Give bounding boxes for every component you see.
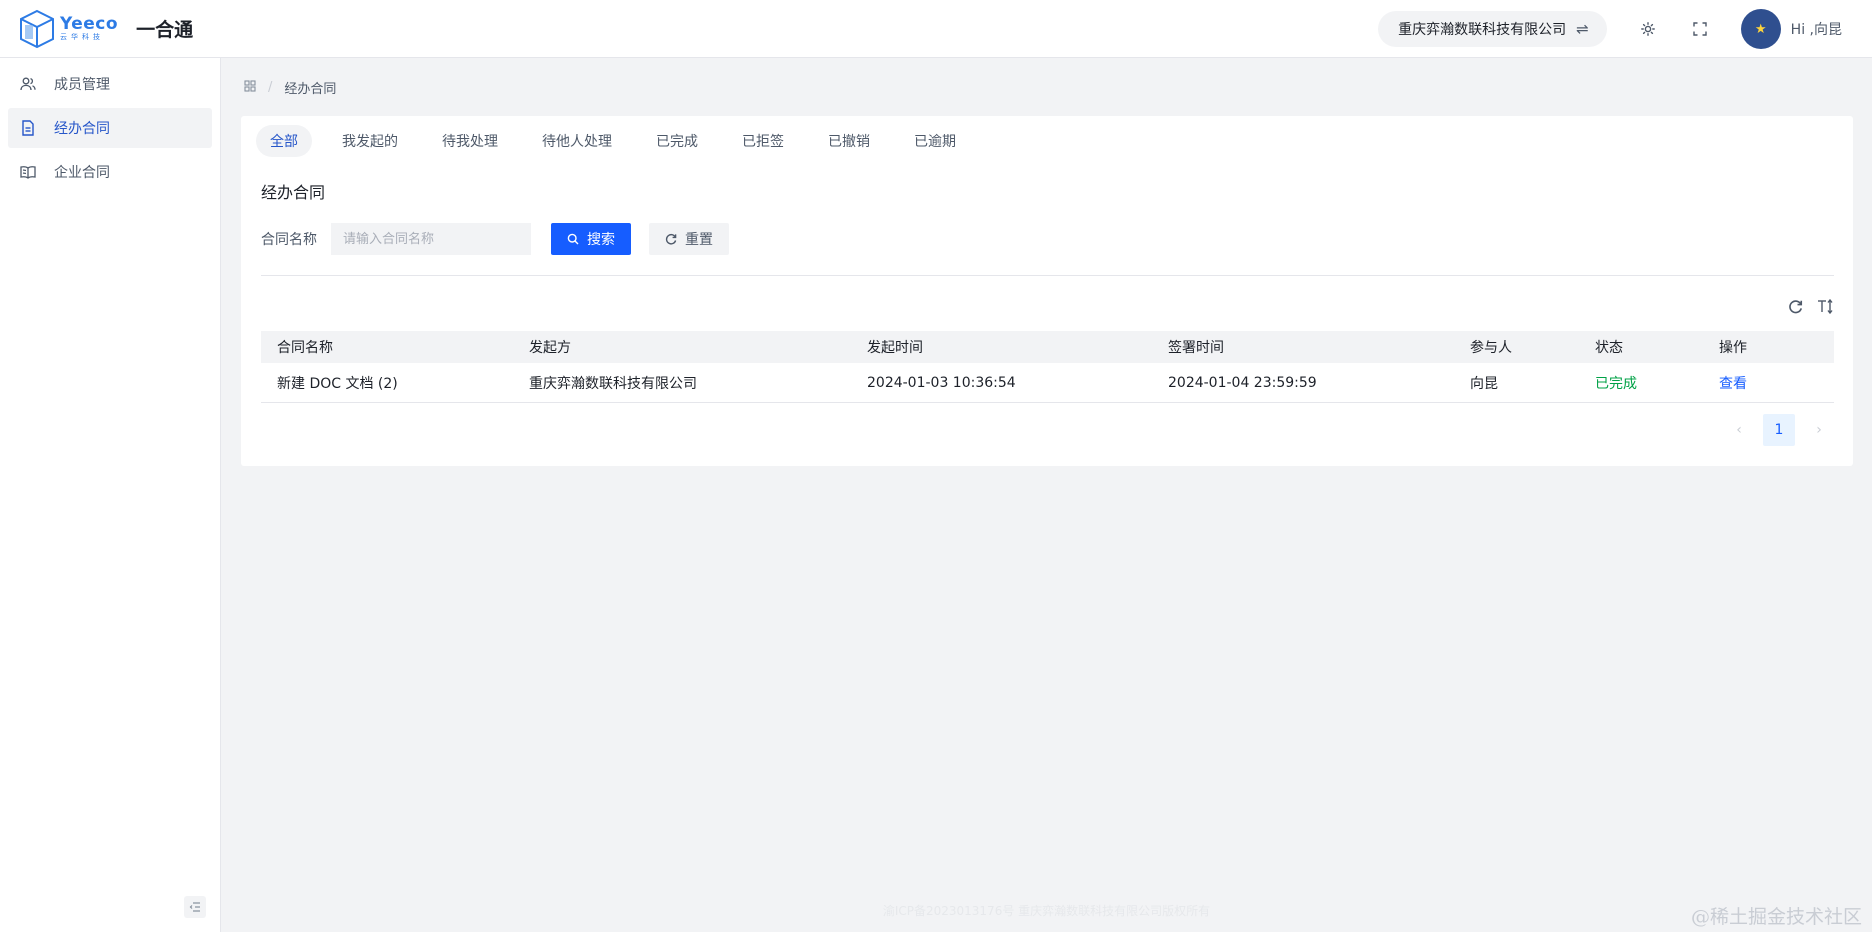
star-icon: ★ xyxy=(1754,21,1767,37)
contract-name-cell: 新建 DOC 文档 (2) xyxy=(277,375,398,392)
breadcrumb-separator: / xyxy=(268,80,273,95)
sidebar-item-enterprise-contracts[interactable]: 企业合同 xyxy=(8,152,212,192)
tab-overdue[interactable]: 已逾期 xyxy=(900,125,970,157)
column-header: 参与人 xyxy=(1470,340,1512,356)
page-title: 经办合同 xyxy=(261,183,326,202)
search-icon xyxy=(567,233,579,245)
logo-brand: Yeeco xyxy=(60,14,119,34)
user-greeting[interactable]: Hi ,向昆 xyxy=(1791,19,1842,39)
tab-completed[interactable]: 已完成 xyxy=(642,125,712,157)
table-density-icon[interactable] xyxy=(1815,296,1835,316)
breadcrumb: / 经办合同 xyxy=(244,78,336,97)
fullscreen-icon[interactable] xyxy=(1685,14,1715,44)
contract-name-label: 合同名称 xyxy=(261,232,317,248)
menu-fold-icon xyxy=(189,902,200,912)
start-time-cell: 2024-01-03 10:36:54 xyxy=(867,374,1016,391)
tab-pending-me[interactable]: 待我处理 xyxy=(428,125,512,157)
book-icon xyxy=(20,164,36,180)
sidebar-item-handled-contracts[interactable]: 经办合同 xyxy=(8,108,212,148)
next-page-button[interactable]: › xyxy=(1803,414,1835,446)
document-icon xyxy=(20,120,36,136)
participant-cell: 向昆 xyxy=(1470,375,1498,392)
tab-rejected[interactable]: 已拒签 xyxy=(728,125,798,157)
page-button[interactable]: 1 xyxy=(1763,414,1795,446)
swap-icon: ⇌ xyxy=(1576,20,1589,38)
sidebar-item-members[interactable]: 成员管理 xyxy=(8,64,212,104)
sign-time-cell: 2024-01-04 23:59:59 xyxy=(1168,374,1317,391)
column-header: 操作 xyxy=(1719,340,1747,356)
tab-all[interactable]: 全部 xyxy=(256,125,312,157)
top-header: Yeeco 云华科技 一合通 重庆弈瀚数联科技有限公司 ⇌ ★ Hi ,向昆 xyxy=(0,0,1872,58)
app-name: 一合通 xyxy=(136,19,194,41)
table-refresh-icon[interactable] xyxy=(1785,296,1805,316)
status-tabs: 全部 我发起的 待我处理 待他人处理 已完成 已拒签 已撤销 已逾期 xyxy=(256,125,986,157)
company-switch-button[interactable]: 重庆弈瀚数联科技有限公司 ⇌ xyxy=(1378,11,1607,47)
column-header: 发起方 xyxy=(529,340,571,356)
users-icon xyxy=(20,76,36,92)
sidebar-collapse-button[interactable] xyxy=(184,896,206,918)
sidebar-item-label: 企业合同 xyxy=(54,165,110,181)
pagination: ‹ 1 › xyxy=(1715,414,1835,446)
table-toolbar xyxy=(1775,296,1835,316)
column-header: 签署时间 xyxy=(1168,340,1224,356)
contract-name-input[interactable] xyxy=(331,223,531,255)
contracts-table: 合同名称 发起方 发起时间 签署时间 参与人 状态 操作 新建 DOC 文档 (… xyxy=(261,331,1834,403)
breadcrumb-current: 经办合同 xyxy=(284,82,337,97)
view-link[interactable]: 查看 xyxy=(1719,376,1747,392)
divider xyxy=(261,275,1834,276)
status-badge: 已完成 xyxy=(1595,375,1637,392)
table-row: 新建 DOC 文档 (2) 重庆弈瀚数联科技有限公司 2024-01-03 10… xyxy=(261,363,1834,403)
logo-subtitle: 云华科技 xyxy=(60,33,104,41)
apps-grid-icon[interactable] xyxy=(244,79,256,96)
refresh-icon xyxy=(665,233,677,245)
theme-sun-icon[interactable] xyxy=(1633,14,1663,44)
cube-logo-icon xyxy=(18,9,56,49)
initiator-cell: 重庆弈瀚数联科技有限公司 xyxy=(529,375,697,392)
filter-row: 合同名称 搜索 重置 xyxy=(261,223,729,255)
search-button[interactable]: 搜索 xyxy=(551,223,631,255)
column-header: 合同名称 xyxy=(277,340,333,356)
sidebar: 成员管理 经办合同 企业合同 xyxy=(0,58,221,932)
logo[interactable]: Yeeco 云华科技 xyxy=(18,9,118,49)
footer-copyright: 渝ICP备2023013176号 重庆弈瀚数联科技有限公司版权所有 xyxy=(882,904,1211,918)
sidebar-item-label: 经办合同 xyxy=(54,121,110,137)
watermark: @稀土掘金技术社区 xyxy=(1690,906,1862,928)
tab-pending-others[interactable]: 待他人处理 xyxy=(528,125,626,157)
sidebar-item-label: 成员管理 xyxy=(54,77,110,93)
search-button-label: 搜索 xyxy=(587,232,615,248)
reset-button[interactable]: 重置 xyxy=(649,223,729,255)
tab-initiated-by-me[interactable]: 我发起的 xyxy=(328,125,412,157)
column-header: 状态 xyxy=(1595,340,1623,356)
main-card: 全部 我发起的 待我处理 待他人处理 已完成 已拒签 已撤销 已逾期 经办合同 … xyxy=(241,116,1853,466)
avatar[interactable]: ★ xyxy=(1740,9,1781,49)
column-header: 发起时间 xyxy=(867,340,923,356)
table-header: 合同名称 发起方 发起时间 签署时间 参与人 状态 操作 xyxy=(261,331,1834,363)
company-name: 重庆弈瀚数联科技有限公司 xyxy=(1398,22,1567,38)
tab-revoked[interactable]: 已撤销 xyxy=(814,125,884,157)
prev-page-button[interactable]: ‹ xyxy=(1723,414,1755,446)
reset-button-label: 重置 xyxy=(685,232,713,248)
